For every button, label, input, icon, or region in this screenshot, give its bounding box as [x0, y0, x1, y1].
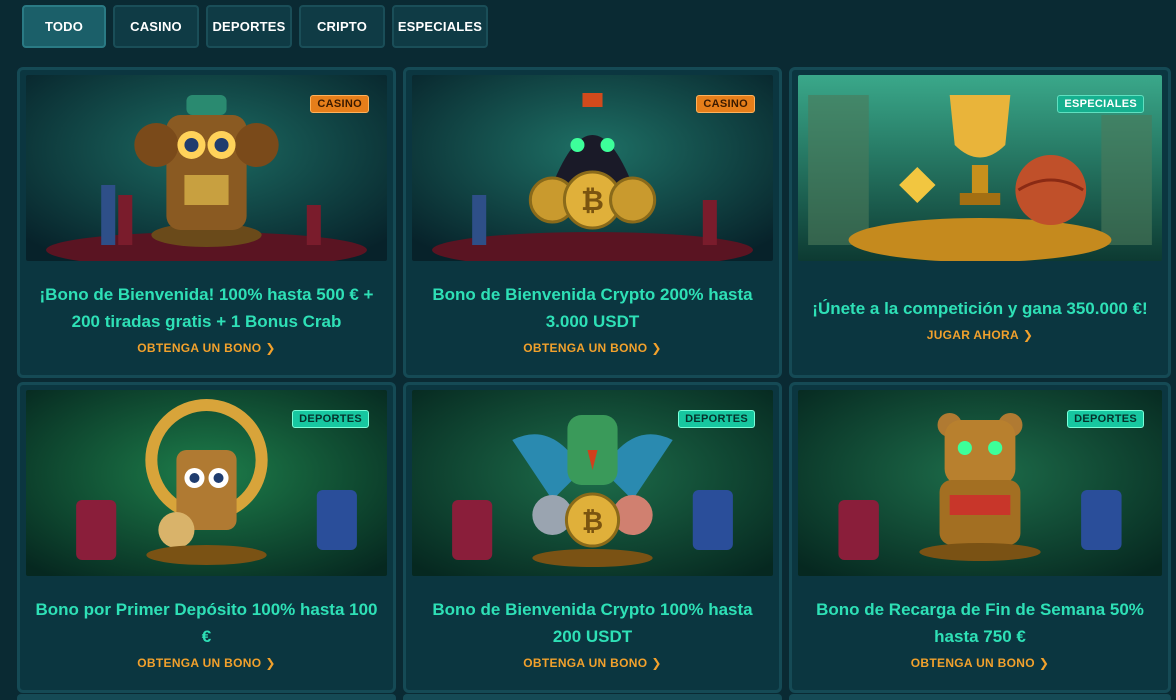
category-badge: DEPORTES: [678, 410, 755, 428]
cta-label: OBTENGA UN BONO: [523, 341, 648, 355]
promo-card[interactable]: ESPECIALES ¡Únete a la competición y gan…: [789, 67, 1171, 378]
tab-casino[interactable]: CASINO: [113, 5, 199, 48]
promo-card[interactable]: ₿ CASINO Bono de Bienvenida Crypto 200% …: [403, 67, 782, 378]
get-bonus-link[interactable]: OBTENGA UN BONO ❯: [523, 656, 661, 670]
promo-card[interactable]: ₿ DEPORTES Bono de Bienvenida Crypto 100…: [403, 382, 782, 693]
cta-label: OBTENGA UN BONO: [910, 656, 1035, 670]
category-badge: ESPECIALES: [1057, 95, 1144, 113]
chevron-right-icon: ❯: [651, 341, 662, 355]
cta-label: OBTENGA UN BONO: [523, 656, 648, 670]
chevron-right-icon: ❯: [1038, 656, 1050, 670]
tab-deportes[interactable]: DEPORTES: [206, 5, 292, 48]
promo-image: ₿ DEPORTES: [412, 390, 773, 576]
get-bonus-link[interactable]: OBTENGA UN BONO ❯: [523, 341, 661, 355]
promo-title: Bono de Bienvenida Crypto 200% hasta 3.0…: [432, 285, 753, 331]
category-badge: CASINO: [696, 95, 755, 113]
promo-image: DEPORTES: [798, 390, 1162, 576]
get-bonus-link[interactable]: OBTENGA UN BONO ❯: [137, 341, 275, 355]
next-row-cards-edge: [17, 694, 1176, 700]
promo-card[interactable]: DEPORTES Bono por Primer Depósito 100% h…: [17, 382, 396, 693]
cta-label: OBTENGA UN BONO: [137, 656, 262, 670]
tab-cripto[interactable]: CRIPTO: [299, 5, 385, 48]
svg-text:₿: ₿: [582, 507, 603, 537]
category-badge: CASINO: [310, 95, 369, 113]
chevron-right-icon: ❯: [1022, 327, 1034, 342]
chevron-right-icon: ❯: [265, 656, 276, 670]
chevron-right-icon: ❯: [651, 656, 662, 670]
promo-card[interactable]: DEPORTES Bono de Recarga de Fin de Seman…: [789, 382, 1171, 693]
promo-title: Bono de Bienvenida Crypto 100% hasta 200…: [432, 600, 753, 646]
cta-label: OBTENGA UN BONO: [137, 341, 262, 355]
promo-card[interactable]: CASINO ¡Bono de Bienvenida! 100% hasta 5…: [17, 67, 396, 378]
promotions-grid: CASINO ¡Bono de Bienvenida! 100% hasta 5…: [17, 67, 1171, 693]
get-bonus-link[interactable]: OBTENGA UN BONO ❯: [137, 656, 275, 670]
promo-image: CASINO: [26, 75, 387, 261]
svg-text:₿: ₿: [581, 184, 604, 217]
category-tabs: TODO CASINO DEPORTES CRIPTO ESPECIALES: [22, 5, 488, 48]
promo-title: ¡Únete a la competición y gana 350.000 €…: [812, 298, 1148, 318]
promo-title: Bono por Primer Depósito 100% hasta 100 …: [35, 600, 378, 646]
tab-todo[interactable]: TODO: [22, 5, 106, 48]
promo-image: ₿ CASINO: [412, 75, 773, 261]
promo-image: ESPECIALES: [798, 75, 1162, 261]
cta-label: JUGAR AHORA: [926, 327, 1019, 342]
promo-title: ¡Bono de Bienvenida! 100% hasta 500 € + …: [39, 285, 374, 331]
chevron-right-icon: ❯: [265, 341, 276, 355]
get-bonus-link[interactable]: OBTENGA UN BONO ❯: [911, 656, 1049, 670]
promo-title: Bono de Recarga de Fin de Semana 50% has…: [816, 600, 1144, 646]
category-badge: DEPORTES: [292, 410, 369, 428]
tab-especiales[interactable]: ESPECIALES: [392, 5, 488, 48]
play-now-link[interactable]: JUGAR AHORA ❯: [927, 328, 1034, 342]
promo-image: DEPORTES: [26, 390, 387, 576]
category-badge: DEPORTES: [1067, 410, 1144, 428]
